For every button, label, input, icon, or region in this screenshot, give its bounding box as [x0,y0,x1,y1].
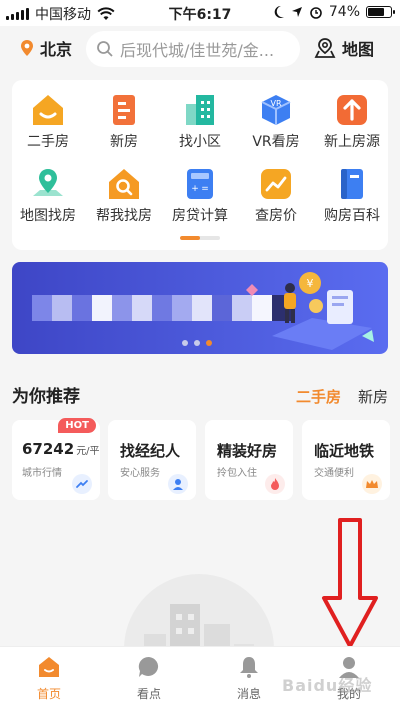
map-pin-icon [30,166,66,202]
recommend-card-furnished[interactable]: 精装好房 拎包入住 [205,420,293,500]
grid-label: 新房 [110,134,138,150]
card-subtitle: 安心服务 [120,468,160,479]
svg-text:=: = [201,184,209,194]
calculator-icon: + = [182,166,218,202]
alarm-icon [310,7,322,19]
hot-badge: HOT [58,418,96,433]
map-button[interactable]: 地图 [314,36,374,60]
price-unit: 元/平 [76,446,100,457]
card-title: 临近地铁 [314,442,375,460]
crown-icon [362,474,382,494]
home-icon [37,655,61,679]
grid-item-vr[interactable]: VR VR看房 [236,92,316,151]
annotation-arrow-icon [322,518,378,648]
grid-label: 帮我找房 [96,208,152,224]
tab-label: 首页 [36,687,61,701]
status-bar: 中国移动 下午6:17 74% [0,0,400,26]
search-icon [97,41,113,57]
trend-icon [72,474,92,494]
svg-text:+: + [191,184,199,194]
header: 北京 后现代城/佳世苑/金... 地图 [0,26,400,72]
card-subtitle: 城市行情 [22,468,62,479]
bell-icon [237,655,261,679]
recommend-card-agent[interactable]: 找经纪人 安心服务 [108,420,196,500]
search-input[interactable]: 后现代城/佳世苑/金... [86,31,300,67]
grid-label: 查房价 [255,208,297,224]
card-title: 精装好房 [217,442,278,460]
agent-icon [168,474,188,494]
grid-item-community[interactable]: 找小区 [160,92,240,151]
card-subtitle: 交通便利 [314,468,354,479]
grid-item-new-house[interactable]: 新房 [84,92,164,151]
svg-text:¥: ¥ [307,277,314,290]
grid-label: 购房百科 [324,208,380,224]
arrow-up-icon [334,92,370,128]
market-price: 67242 元/平 [22,440,100,458]
carousel-dot [194,340,200,346]
grid-item-encyclopedia[interactable]: 购房百科 [312,166,392,225]
location-pin-icon [21,40,33,56]
search-placeholder: 后现代城/佳世苑/金... [120,41,275,60]
battery-percent: 74% [328,4,360,20]
map-icon [314,38,336,58]
grid-item-price-check[interactable]: 查房价 [236,166,316,225]
location-arrow-icon [291,7,302,17]
house-search-icon [106,166,142,202]
price-value: 67242 [22,440,75,458]
grid-label: 二手房 [27,134,69,150]
tab-label: 看点 [136,687,161,701]
battery-icon [366,6,395,18]
grid-label: VR看房 [252,134,300,150]
promo-banner[interactable]: ¥ [12,262,388,354]
city-selector[interactable]: 北京 [20,36,72,60]
vr-cube-icon: VR [258,92,294,128]
price-trend-icon [258,166,294,202]
grid-item-map-search[interactable]: 地图找房 [8,166,88,225]
grid-label: 找小区 [179,134,221,150]
moon-icon [274,5,284,18]
grid-label: 新上房源 [324,134,380,150]
grid-item-help-find[interactable]: 帮我找房 [84,166,164,225]
house-icon [30,92,66,128]
banner-illustration: ¥ [246,272,374,350]
feature-grid: 二手房 新房 找小区 VR VR看房 新上房源 地图找房 帮我找房 + = 房贷… [12,80,388,250]
map-label: 地图 [342,40,375,59]
watermark: Baidu经验 [282,676,373,695]
carousel-dot [182,340,188,346]
community-icon [182,92,218,128]
tab-label: 消息 [236,687,261,701]
tab-home[interactable]: 首页 [14,655,84,702]
grid-label: 房贷计算 [172,208,228,224]
recommend-card-market[interactable]: HOT 67242 元/平 城市行情 [12,418,100,500]
tab-messages[interactable]: 消息 [214,655,284,702]
grid-item-second-hand[interactable]: 二手房 [8,92,88,151]
building-icon [106,92,142,128]
grid-item-loan-calc[interactable]: + = 房贷计算 [160,166,240,225]
tab-discover[interactable]: 看点 [114,655,184,702]
banner-carousel-dots [182,340,212,346]
chat-bubble-icon [137,655,161,679]
city-name: 北京 [40,40,73,59]
flame-icon [265,474,285,494]
card-subtitle: 拎包入住 [217,468,257,479]
grid-item-new-listings[interactable]: 新上房源 [312,92,392,151]
tab-new-house[interactable]: 新房 [358,386,388,407]
carousel-dot [206,340,212,346]
tab-second-hand[interactable]: 二手房 [296,386,341,407]
book-icon [334,166,370,202]
recommend-title: 为你推荐 [12,387,80,407]
recommend-card-subway[interactable]: 临近地铁 交通便利 [302,420,390,500]
grid-label: 地图找房 [20,208,76,224]
svg-text:VR: VR [270,99,281,108]
grid-page-indicator [180,236,220,240]
card-title: 找经纪人 [120,442,181,460]
status-icons: 74% [273,4,395,20]
